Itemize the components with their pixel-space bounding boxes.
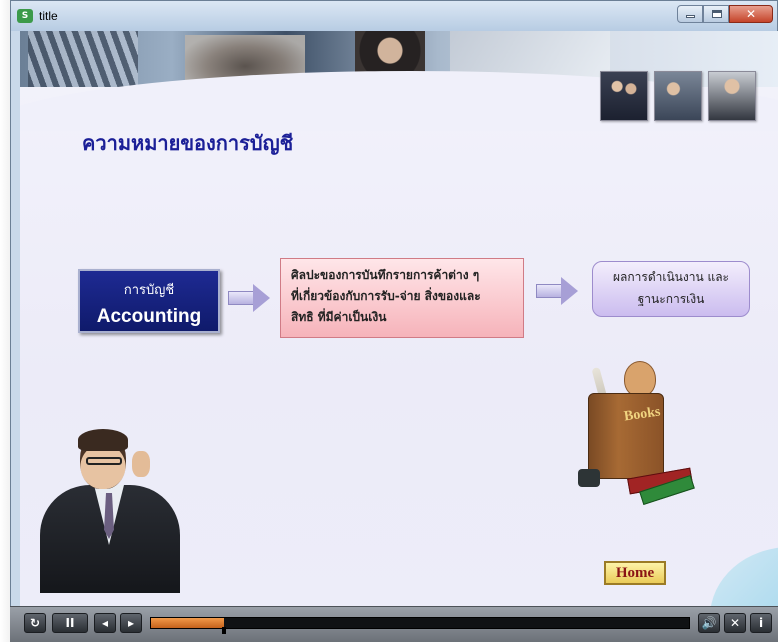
books-illustration: Books (568, 361, 698, 511)
maximize-button[interactable] (703, 5, 729, 23)
accounting-box: การบัญชี Accounting (78, 269, 220, 333)
business-photo-1 (600, 71, 648, 121)
title-bar: S title ✕ (11, 1, 777, 31)
definition-line: ที่เกี่ยวข้องกับการรับ-จ่าย สิ่งของและ (291, 289, 481, 303)
progress-bar[interactable] (150, 617, 690, 634)
close-icon: ✕ (745, 7, 757, 21)
arrow-icon (536, 277, 578, 305)
arrow-icon (228, 284, 270, 312)
business-photo-3 (708, 71, 756, 121)
bust-figure (624, 361, 656, 397)
window-controls: ✕ (677, 5, 773, 25)
definition-line: สิทธิ ที่มีค่าเป็นเงิน (291, 310, 387, 324)
background-edge (0, 0, 10, 642)
previous-button[interactable]: ◂ (94, 613, 116, 633)
result-line: ผลการดำเนินงาน และ (612, 270, 730, 284)
progress-fill (151, 618, 224, 628)
slide-heading: ความหมายของการบัญชี (82, 131, 294, 155)
next-icon: ▸ (127, 616, 135, 630)
progress-handle[interactable] (221, 627, 226, 634)
app-icon: S (17, 9, 33, 23)
definition-box: ศิลปะของการบันทึกรายการค้าต่าง ๆ ที่เกี่… (280, 258, 524, 338)
app-window: S title ✕ ความหมายของการบัญชี การบัญชี A… (10, 0, 778, 642)
replay-icon: ↻ (29, 616, 41, 630)
businessman-illustration (40, 423, 180, 593)
inkpot-icon (578, 469, 600, 487)
corner-swoosh (710, 547, 778, 607)
close-window-button[interactable]: ✕ (729, 5, 773, 23)
volume-icon: 🔊 (701, 616, 717, 630)
exit-button[interactable]: ✕ (724, 613, 746, 633)
result-box: ผลการดำเนินงาน และ ฐานะการเงิน (592, 261, 750, 317)
accounting-thai-label: การบัญชี (123, 283, 175, 298)
pause-button[interactable]: II (52, 613, 88, 633)
close-icon: ✕ (729, 616, 741, 630)
volume-button[interactable]: 🔊 (698, 613, 720, 633)
man-hand (132, 451, 150, 477)
window-title: title (39, 9, 58, 23)
business-photo-2 (654, 71, 702, 121)
home-button[interactable]: Home (604, 561, 666, 585)
slide-canvas: ความหมายของการบัญชี การบัญชี Accounting … (20, 31, 778, 607)
pause-icon: II (65, 616, 75, 630)
man-glasses (86, 457, 122, 465)
banner-building-image (28, 31, 138, 87)
replay-button[interactable]: ↻ (24, 613, 46, 633)
previous-icon: ◂ (101, 616, 109, 630)
info-icon: i (758, 616, 764, 630)
next-button[interactable]: ▸ (120, 613, 142, 633)
accounting-english-label: Accounting (96, 306, 202, 327)
player-controls: ↻ II ◂ ▸ 🔊 ✕ i (10, 606, 778, 642)
info-button[interactable]: i (750, 613, 772, 633)
header-photos (600, 71, 756, 121)
minimize-icon (686, 15, 695, 18)
definition-line: ศิลปะของการบันทึกรายการค้าต่าง ๆ (291, 268, 480, 282)
man-hair (78, 429, 128, 451)
minimize-button[interactable] (677, 5, 703, 23)
maximize-icon (712, 10, 722, 18)
result-line: ฐานะการเงิน (637, 292, 705, 306)
